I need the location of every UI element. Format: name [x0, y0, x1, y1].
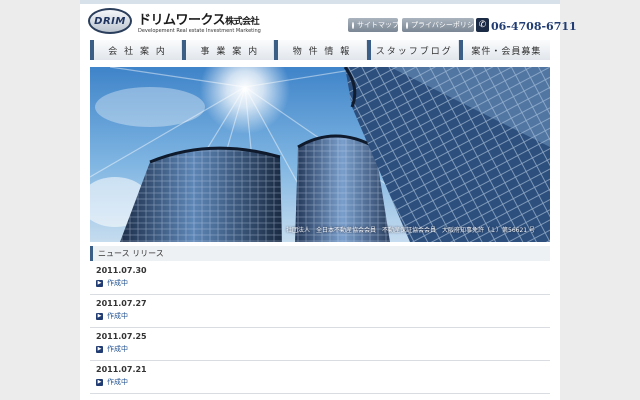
news-link[interactable]: ▶ 作成中 — [96, 344, 128, 354]
nav-staff-blog[interactable]: スタッフブログ — [366, 40, 458, 60]
top-line — [80, 0, 560, 4]
arrow-right-icon: ▶ — [96, 378, 103, 386]
news-link[interactable]: ▶ 作成中 — [96, 278, 128, 288]
news-link-label: 作成中 — [107, 312, 128, 320]
membership-caption: 社団法人 全日本不動産協会会員 不動産保証協会会員 大阪府知事免許（１）第566… — [286, 227, 535, 234]
company-name: ドリムワークス株式会社 — [138, 9, 260, 28]
phone-number: 06-4708-6711 — [491, 20, 577, 33]
phone-icon: ✆ — [476, 18, 489, 32]
skyscrapers-illustration — [90, 67, 550, 242]
logo-mark: DRIM — [88, 8, 132, 34]
main-nav: 会 社 案 内 事 業 案 内 物 件 情 報 スタッフブログ 案件・会員募集 — [90, 40, 551, 60]
privacy-policy-button[interactable]: プライバシーポリシー — [402, 18, 481, 32]
sitemap-button[interactable]: サイトマップ — [348, 18, 399, 32]
company-suffix: 株式会社 — [225, 17, 260, 27]
sitemap-label: サイトマップ — [357, 21, 399, 29]
company-tagline: Developement Real estate Investment Mark… — [138, 28, 261, 34]
logo-mark-text: DRIM — [94, 15, 126, 27]
news-link[interactable]: ▶ 作成中 — [96, 377, 128, 387]
logo[interactable]: DRIM ドリムワークス株式会社 Developement Real estat… — [88, 8, 261, 38]
circle-icon — [352, 21, 354, 29]
news-date: 2011.07.25 — [96, 332, 147, 341]
news-link-label: 作成中 — [107, 345, 128, 353]
news-item: 2011.07.25 ▶ 作成中 — [90, 328, 550, 361]
nav-recruit[interactable]: 案件・会員募集 — [458, 40, 551, 60]
news-item: 2011.07.30 ▶ 作成中 — [90, 262, 550, 295]
news-item: 2011.07.21 ▶ 作成中 — [90, 361, 550, 394]
news-link-label: 作成中 — [107, 279, 128, 287]
news-date: 2011.07.30 — [96, 266, 147, 275]
arrow-right-icon: ▶ — [96, 345, 103, 353]
news-item: 2011.07.27 ▶ 作成中 — [90, 295, 550, 328]
news-date: 2011.07.27 — [96, 299, 147, 308]
privacy-policy-label: プライバシーポリシー — [411, 21, 481, 29]
arrow-right-icon: ▶ — [96, 279, 103, 287]
circle-icon — [406, 21, 408, 29]
news-link-label: 作成中 — [107, 378, 128, 386]
news-section-title: ニュース リリース — [90, 246, 550, 261]
company-name-text: ドリムワークス — [138, 13, 226, 28]
news-date: 2011.07.21 — [96, 365, 147, 374]
news-link[interactable]: ▶ 作成中 — [96, 311, 128, 321]
arrow-right-icon: ▶ — [96, 312, 103, 320]
nav-business[interactable]: 事 業 案 内 — [182, 40, 274, 60]
nav-properties[interactable]: 物 件 情 報 — [274, 40, 366, 60]
nav-company[interactable]: 会 社 案 内 — [90, 40, 182, 60]
page-container: DRIM ドリムワークス株式会社 Developement Real estat… — [80, 0, 577, 400]
hero-image: 社団法人 全日本不動産協会会員 不動産保証協会会員 大阪府知事免許（１）第566… — [90, 67, 550, 242]
